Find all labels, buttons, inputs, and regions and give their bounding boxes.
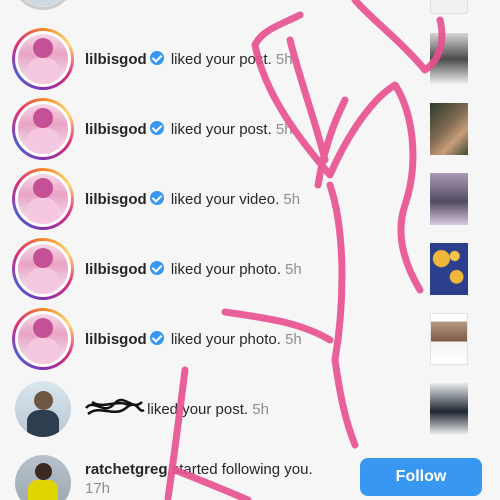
notification-row-partial[interactable] — [0, 0, 500, 18]
pink-hair-avatar — [18, 104, 68, 154]
redacted-user-avatar — [15, 381, 71, 437]
notification-row[interactable]: lilbisgod liked your post. 5h — [0, 94, 500, 164]
username[interactable]: lilbisgod — [85, 261, 147, 278]
timestamp: 5h — [275, 51, 293, 68]
avatar[interactable] — [12, 308, 74, 370]
notification-row[interactable]: lilbisgod liked your post. 5h — [0, 24, 500, 94]
notification-action: liked your photo. — [170, 331, 281, 348]
verified-badge-icon — [149, 51, 164, 65]
group-photo-thumbnail-2[interactable] — [430, 383, 468, 435]
notification-text: lilbisgod liked your photo. 5h — [85, 260, 302, 279]
pink-hair-avatar — [18, 174, 68, 224]
username[interactable]: lilbisgod — [85, 51, 147, 68]
username[interactable]: lilbisgod — [85, 191, 147, 208]
activity-feed: lilbisgod liked your post. 5h lilbisgod … — [0, 0, 500, 500]
pink-hair-avatar — [18, 314, 68, 364]
username[interactable]: ratchetgreg — [85, 461, 168, 478]
timestamp: 17h — [85, 480, 111, 497]
follow-button[interactable]: Follow — [360, 458, 482, 496]
group-photo-thumbnail[interactable] — [430, 33, 468, 85]
notification-row[interactable]: lilbisgod liked your video. 5h — [0, 164, 500, 234]
notification-text: lilbisgod liked your post. 5h — [85, 50, 293, 69]
timestamp: 5h — [275, 121, 293, 138]
timestamp: 5h — [285, 331, 302, 348]
avatar[interactable] — [12, 0, 74, 10]
verified-badge-icon — [149, 121, 164, 135]
verified-badge-icon — [149, 331, 164, 345]
notification-row[interactable]: lilbisgod liked your photo. 5h — [0, 234, 500, 304]
avatar[interactable] — [12, 168, 74, 230]
notification-row[interactable]: lilbisgod liked your photo. 5h — [0, 304, 500, 374]
notification-action: liked your post. — [147, 401, 249, 418]
screenshot-thumbnail[interactable] — [430, 313, 468, 365]
notification-action: liked your post. — [170, 51, 272, 68]
sun-moon-pattern-thumbnail[interactable] — [430, 243, 468, 295]
avatar[interactable] — [12, 28, 74, 90]
avatar[interactable] — [12, 378, 74, 440]
notification-action: liked your photo. — [170, 261, 281, 278]
purple-photo-thumbnail[interactable] — [430, 173, 468, 225]
yellow-jacket-avatar — [15, 455, 71, 500]
notification-text: lilbisgod liked your post. 5h — [85, 120, 293, 139]
avatar-image — [15, 0, 71, 7]
timestamp: 5h — [252, 401, 269, 418]
username[interactable]: lilbisgod — [85, 331, 147, 348]
avatar[interactable] — [12, 98, 74, 160]
notification-action: liked your video. — [170, 191, 280, 208]
pink-hair-avatar — [18, 244, 68, 294]
avatar[interactable] — [12, 452, 74, 500]
pink-hair-avatar — [18, 34, 68, 84]
notification-row[interactable]: liked your post. 5h — [0, 374, 500, 444]
avatar[interactable] — [12, 238, 74, 300]
camo-photo-thumbnail[interactable] — [430, 103, 468, 155]
username[interactable]: lilbisgod — [85, 121, 147, 138]
notification-action: started following you. — [171, 461, 313, 478]
timestamp: 5h — [285, 261, 302, 278]
notification-action: liked your post. — [170, 121, 272, 138]
verified-badge-icon — [149, 191, 164, 205]
notification-text: lilbisgod liked your photo. 5h — [85, 330, 302, 349]
notification-text: ratchetgreg started following you. 17h — [85, 460, 325, 498]
verified-badge-icon — [149, 261, 164, 275]
post-thumbnail[interactable] — [430, 0, 468, 14]
redaction-scribble-icon — [85, 398, 145, 416]
timestamp: 5h — [283, 191, 301, 208]
notification-text: lilbisgod liked your video. 5h — [85, 190, 300, 209]
